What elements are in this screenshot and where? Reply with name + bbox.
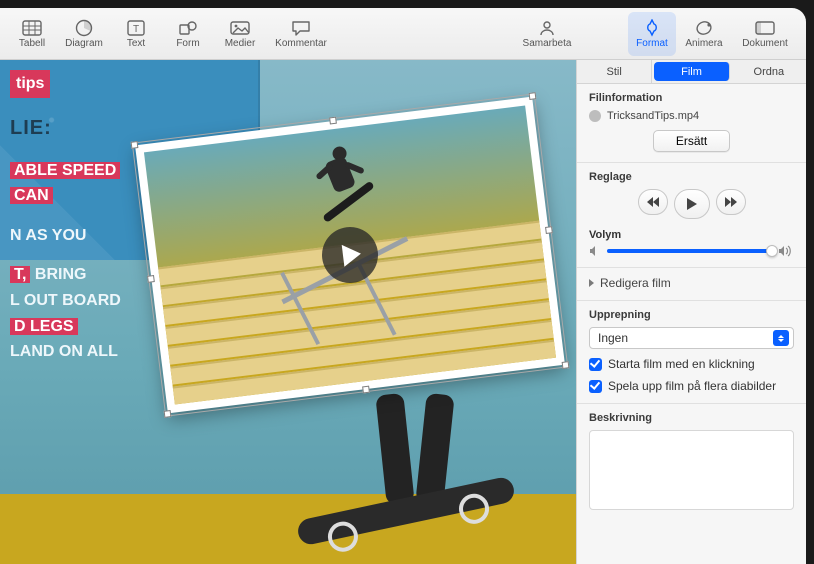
resize-handle[interactable] bbox=[562, 361, 570, 369]
toolbar-comment[interactable]: Kommentar bbox=[268, 12, 334, 56]
section-controls: Reglage Volym bbox=[577, 163, 806, 268]
resize-handle[interactable] bbox=[164, 410, 172, 418]
filename: TricksandTips.mp4 bbox=[607, 110, 699, 122]
toolbar-shape-label: Form bbox=[176, 38, 199, 49]
comment-icon bbox=[291, 18, 311, 38]
toolbar-text[interactable]: T Text bbox=[112, 12, 160, 56]
description-title: Beskrivning bbox=[589, 412, 794, 424]
toolbar-animate-label: Animera bbox=[685, 38, 722, 49]
section-repeat: Upprepning Ingen Starta film med en klic… bbox=[577, 301, 806, 404]
forward-button[interactable] bbox=[716, 189, 746, 215]
format-icon bbox=[643, 18, 661, 38]
svg-text:T: T bbox=[133, 24, 139, 35]
toolbar-text-label: Text bbox=[127, 38, 145, 49]
shape-icon bbox=[178, 18, 198, 38]
slide-line: ABLE SPEED bbox=[10, 162, 120, 179]
video-object[interactable] bbox=[135, 97, 565, 414]
toolbar-format[interactable]: Format bbox=[628, 12, 676, 56]
document-icon bbox=[755, 18, 775, 38]
section-description: Beskrivning bbox=[577, 404, 806, 564]
animate-icon bbox=[694, 18, 714, 38]
repeat-value: Ingen bbox=[598, 331, 628, 345]
text-icon: T bbox=[127, 18, 145, 38]
tab-movie[interactable]: Film bbox=[654, 62, 729, 81]
section-fileinfo: Filinformation TricksandTips.mp4 Ersätt bbox=[577, 84, 806, 163]
toolbar-chart[interactable]: Diagram bbox=[60, 12, 108, 56]
toolbar-table-label: Tabell bbox=[19, 38, 45, 49]
collaborate-icon bbox=[537, 18, 557, 38]
slide-text-block: tips LIE: ABLE SPEED CAN N AS YOU T, BRI… bbox=[10, 70, 121, 365]
slide-line: T, bbox=[10, 266, 30, 283]
resize-handle[interactable] bbox=[329, 117, 337, 125]
toolbar-shape[interactable]: Form bbox=[164, 12, 212, 56]
file-icon bbox=[589, 110, 601, 122]
play-across-label: Spela upp film på flera diabilder bbox=[608, 379, 776, 393]
tab-arrange[interactable]: Ordna bbox=[732, 60, 806, 83]
resize-handle[interactable] bbox=[147, 275, 155, 283]
rewind-button[interactable] bbox=[638, 189, 668, 215]
inspector-tabs: Stil Film Ordna bbox=[577, 60, 806, 84]
chart-icon bbox=[75, 18, 93, 38]
resize-handle[interactable] bbox=[529, 92, 537, 100]
toolbar-collaborate-label: Samarbeta bbox=[523, 38, 572, 49]
resize-handle[interactable] bbox=[131, 141, 139, 149]
slide-figure-legs bbox=[361, 364, 481, 564]
slide-heading: LIE: bbox=[10, 112, 121, 144]
slide-line: CAN bbox=[10, 187, 53, 204]
chevron-right-icon bbox=[589, 279, 594, 287]
replace-button[interactable]: Ersätt bbox=[653, 130, 730, 152]
section-edit-movie: Redigera film bbox=[577, 268, 806, 301]
checkbox-checked-icon bbox=[589, 358, 602, 371]
volume-slider[interactable] bbox=[607, 249, 772, 253]
slide-line: LAND ON ALL bbox=[10, 339, 121, 365]
slide-line: N AS YOU bbox=[10, 223, 121, 249]
toolbar-chart-label: Diagram bbox=[65, 38, 103, 49]
slide-canvas[interactable]: tips LIE: ABLE SPEED CAN N AS YOU T, BRI… bbox=[0, 60, 576, 564]
toolbar-media-label: Medier bbox=[225, 38, 256, 49]
toolbar-animate[interactable]: Animera bbox=[680, 12, 728, 56]
resize-handle[interactable] bbox=[545, 226, 553, 234]
tab-style[interactable]: Stil bbox=[577, 60, 652, 83]
inspector-panel: Stil Film Ordna Filinformation Tricksand… bbox=[576, 60, 806, 564]
table-icon bbox=[22, 18, 42, 38]
toolbar: Tabell Diagram T Text Form Medier bbox=[0, 8, 806, 60]
controls-title: Reglage bbox=[589, 171, 794, 183]
description-textarea[interactable] bbox=[589, 430, 794, 510]
slide-line: D LEGS bbox=[10, 318, 78, 335]
toolbar-media[interactable]: Medier bbox=[216, 12, 264, 56]
toolbar-comment-label: Kommentar bbox=[275, 38, 327, 49]
volume-title: Volym bbox=[589, 229, 794, 241]
volume-high-icon bbox=[778, 245, 794, 257]
start-on-click-checkbox[interactable]: Starta film med en klickning bbox=[589, 357, 794, 371]
slide-badge: tips bbox=[10, 70, 50, 98]
select-caret-icon bbox=[773, 330, 789, 346]
slide-line: L OUT BOARD bbox=[10, 288, 121, 314]
toolbar-document[interactable]: Dokument bbox=[732, 12, 798, 56]
toolbar-table[interactable]: Tabell bbox=[8, 12, 56, 56]
play-button[interactable] bbox=[674, 189, 710, 219]
toolbar-format-label: Format bbox=[636, 38, 668, 49]
volume-low-icon bbox=[589, 245, 601, 257]
start-on-click-label: Starta film med en klickning bbox=[608, 357, 755, 371]
play-across-checkbox[interactable]: Spela upp film på flera diabilder bbox=[589, 379, 794, 393]
toolbar-collaborate[interactable]: Samarbeta bbox=[514, 12, 580, 56]
toolbar-document-label: Dokument bbox=[742, 38, 788, 49]
main: tips LIE: ABLE SPEED CAN N AS YOU T, BRI… bbox=[0, 60, 806, 564]
media-icon bbox=[230, 18, 250, 38]
checkbox-checked-icon bbox=[589, 380, 602, 393]
edit-movie-label: Redigera film bbox=[600, 276, 671, 290]
repeat-title: Upprepning bbox=[589, 309, 794, 321]
edit-movie-disclosure[interactable]: Redigera film bbox=[589, 276, 794, 290]
repeat-select[interactable]: Ingen bbox=[589, 327, 794, 349]
fileinfo-title: Filinformation bbox=[589, 92, 794, 104]
slide-line: BRING bbox=[35, 266, 87, 283]
resize-handle[interactable] bbox=[362, 386, 370, 394]
